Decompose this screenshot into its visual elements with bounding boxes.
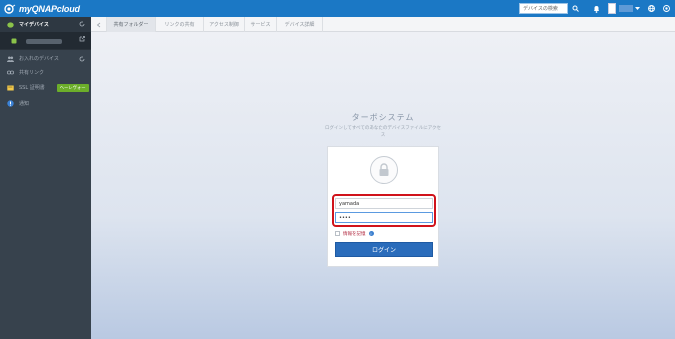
search-button[interactable] [570, 3, 581, 14]
external-link-icon[interactable] [78, 35, 85, 42]
power-icon [662, 5, 670, 12]
main-content: ターボシステム ログインしてすべてのあなたのデバイスファイルにアクセス yama… [91, 32, 675, 339]
divider [0, 49, 91, 50]
tab-services[interactable]: サービス [245, 17, 277, 32]
user-menu-caret[interactable] [634, 4, 641, 13]
refresh-icon[interactable] [78, 55, 85, 62]
device-search-input[interactable]: デバイスの検索 [519, 3, 568, 14]
bell-icon [593, 5, 599, 13]
my-devices-icon [7, 21, 14, 28]
logout-button[interactable] [661, 3, 671, 14]
chevron-down-icon [635, 6, 640, 10]
sidebar-item-label: お入れのデバイス [19, 56, 59, 62]
sidebar-item-my-devices[interactable]: マイデバイス [0, 17, 91, 32]
remember-me[interactable]: 情報を記憶 i [335, 230, 374, 237]
avatar[interactable] [608, 3, 616, 14]
sidebar-item-shared-links[interactable]: 共有リンク [0, 66, 91, 79]
globe-icon [647, 5, 655, 12]
certificate-icon [7, 84, 14, 91]
remember-checkbox[interactable] [335, 231, 340, 236]
sidebar-item-label: 共有リンク [19, 70, 45, 76]
page-title: ターボシステム [351, 113, 415, 122]
sidebar-item-notifications[interactable]: 通知 [0, 97, 91, 110]
login-subtitle: ログインしてすべてのあなたのデバイスファイルにアクセス [324, 126, 441, 138]
search-icon [572, 5, 579, 12]
info-icon[interactable]: i [368, 231, 374, 236]
top-bar: myQNAPcloud デバイスの検索 [0, 0, 675, 17]
remember-label: 情報を記憶 [343, 231, 366, 237]
lock-icon-circle [370, 156, 398, 184]
annotation-highlight-box [332, 194, 436, 227]
cloud-logo-icon [4, 3, 16, 14]
sidebar-item-favorite-devices[interactable]: お入れのデバイス [0, 52, 91, 65]
ssl-upgrade-badge[interactable]: ヘーレヴォー [56, 83, 89, 92]
lock-icon [379, 163, 389, 176]
tab-link-sharing[interactable]: リンクの共有 [156, 17, 204, 32]
sidebar-item-label: マイデバイス [19, 22, 49, 28]
brand-logo[interactable]: myQNAPcloud [4, 2, 80, 15]
notification-icon [7, 100, 14, 107]
refresh-icon[interactable] [78, 20, 85, 27]
device-name-redacted [26, 38, 62, 44]
sidebar-item-label: SSL 証明書 [19, 85, 45, 91]
login-button[interactable]: ログイン [335, 242, 433, 257]
collapse-sidebar-button[interactable] [91, 17, 107, 32]
device-icon [10, 38, 17, 45]
notifications-button[interactable] [591, 3, 601, 14]
sidebar-item-ssl[interactable]: SSL 証明書 ヘーレヴォー [0, 81, 91, 94]
chevron-left-icon [96, 22, 100, 27]
users-icon [7, 55, 14, 62]
sidebar-item-label: 通知 [19, 101, 30, 107]
tab-shared-folders[interactable]: 共有フォルダー [107, 17, 156, 32]
tab-access-control[interactable]: アクセス制御 [204, 17, 245, 32]
tab-device-details[interactable]: デバイス詳細 [277, 17, 323, 32]
tab-bar: 共有フォルダー リンクの共有 アクセス制御 サービス デバイス詳細 [91, 17, 675, 32]
sidebar: マイデバイス お入れのデバイス 共有リンク SSL 証明書 ヘーレヴォー 通知 [0, 17, 91, 339]
link-icon [7, 69, 14, 76]
brand-name: myQNAPcloud [19, 3, 80, 14]
sidebar-item-device[interactable] [0, 32, 91, 50]
language-button[interactable] [646, 3, 656, 14]
user-name-redacted[interactable] [619, 5, 633, 12]
login-card: yamada •••• 情報を記憶 i ログイン [327, 146, 439, 267]
